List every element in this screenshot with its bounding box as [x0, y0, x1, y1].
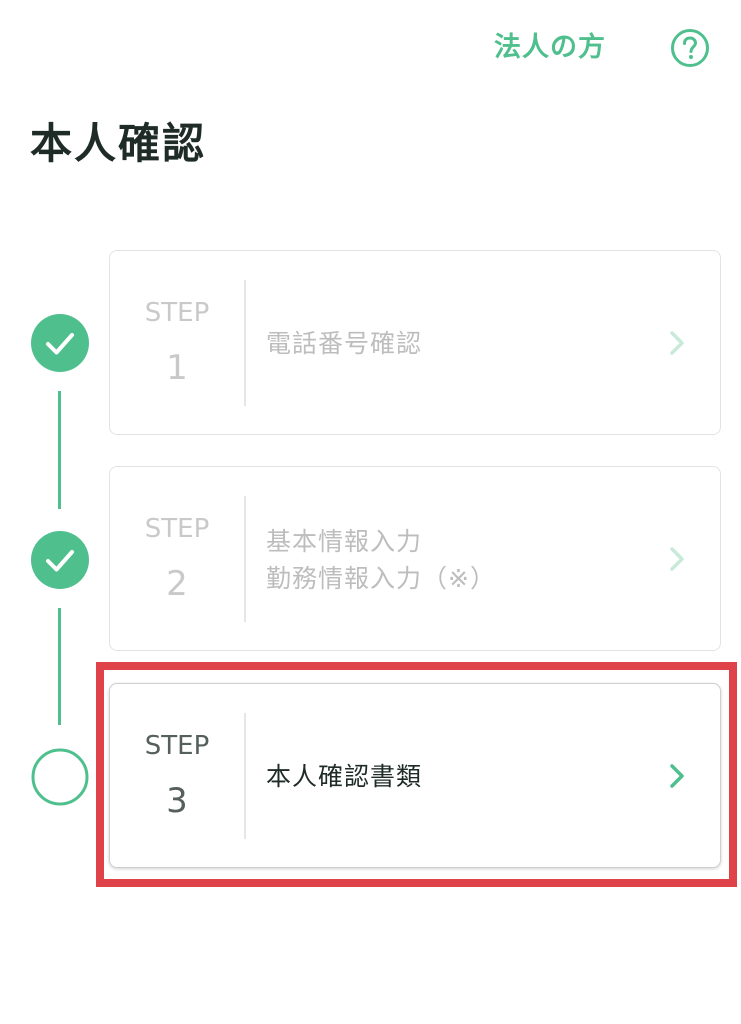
step-card-phone-verification[interactable]: STEP 1 電話番号確認 [109, 250, 721, 435]
chevron-right-icon [670, 764, 684, 788]
chevron-right-icon [670, 331, 684, 355]
question-circle-icon[interactable] [670, 28, 710, 68]
step-badge: STEP 1 [110, 251, 244, 434]
step-title: 基本情報入力 勤務情報入力（※） [266, 523, 496, 597]
step-card-identity-documents[interactable]: STEP 3 本人確認書類 [109, 683, 721, 868]
step-title: 電話番号確認 [266, 325, 422, 362]
step-badge: STEP 2 [110, 467, 244, 650]
divider [244, 496, 246, 622]
step-number: 2 [166, 564, 188, 604]
step-title-line: 基本情報入力 [266, 527, 423, 556]
step-title-line: 勤務情報入力（※） [266, 564, 496, 593]
step-title-line: 電話番号確認 [266, 329, 423, 358]
empty-circle-icon [31, 748, 89, 806]
check-circle-icon [31, 531, 89, 589]
corporate-user-link[interactable]: 法人の方 [494, 30, 606, 66]
divider [244, 713, 246, 839]
timeline-connector [58, 391, 61, 509]
step-number: 3 [166, 781, 188, 821]
step-card-basic-info[interactable]: STEP 2 基本情報入力 勤務情報入力（※） [109, 466, 721, 651]
step-title: 本人確認書類 [266, 758, 422, 795]
step-label: STEP [144, 731, 210, 761]
step-label: STEP [144, 514, 210, 544]
step-label: STEP [144, 298, 210, 328]
chevron-right-icon [670, 547, 684, 571]
timeline-connector [58, 608, 61, 725]
page-title: 本人確認 [30, 119, 207, 168]
step-title-line: 本人確認書類 [266, 762, 423, 791]
step-badge: STEP 3 [110, 684, 244, 867]
divider [244, 280, 246, 406]
step-number: 1 [166, 348, 188, 388]
check-circle-icon [31, 314, 89, 372]
